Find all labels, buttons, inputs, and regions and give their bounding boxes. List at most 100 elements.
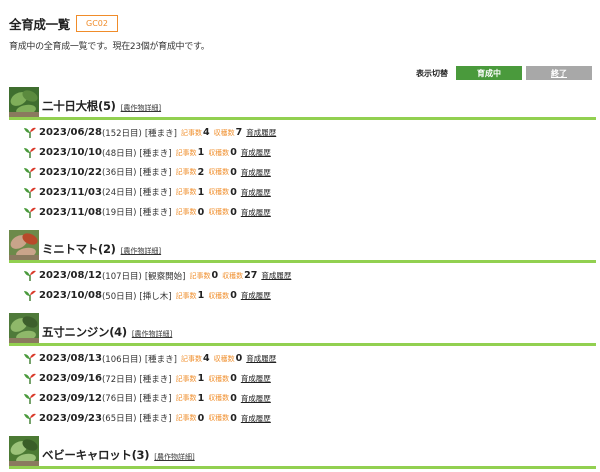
history-link[interactable]: 育成履歴 [241,187,271,198]
crop-section: ミニトマト(2) [農作物詳細] 2023/08/12 (107日目) [観察開始] 記事… [9,228,596,306]
page-code-badge: GC02 [76,14,118,32]
view-toggle: 表示切替 育成中 終了 [416,66,592,80]
history-link[interactable]: 育成履歴 [241,167,271,178]
finished-button[interactable]: 終了 [526,66,592,80]
crop-thumbnail[interactable] [9,436,39,466]
growth-row: 2023/10/10 (48日目) [種まき] 記事数 1 収穫数 0 育成履歴 [9,143,596,163]
articles-count: 1 [197,373,205,385]
crop-name: 二十日大根(5) [42,99,116,113]
sprout-icon [24,349,39,368]
growth-row: 2023/11/08 (19日目) [種まき] 記事数 0 収穫数 0 育成履歴 [9,202,596,222]
toggle-label: 表示切替 [416,68,448,78]
articles-count: 1 [197,392,205,404]
history-link[interactable]: 育成履歴 [241,290,271,301]
growth-type: [種まき] [144,354,177,365]
articles-count: 1 [197,147,205,159]
page-header: 全育成一覧 GC02 [9,13,118,33]
harvest-count: 0 [230,290,237,302]
history-link[interactable]: 育成履歴 [241,207,271,218]
crop-header: ベビーキャロット(3) [農作物詳細] [9,434,596,469]
crop-section: 五寸ニンジン(4) [農作物詳細] 2023/08/13 (106日目) [種まき] 記事… [9,311,596,428]
crop-detail-link[interactable]: [農作物詳細] [121,246,161,256]
growth-date: 2023/10/22 [39,166,102,178]
crop-name: ベビーキャロット(3) [42,448,150,462]
sprout-icon [24,266,39,285]
growth-type: [挿し木] [139,291,172,302]
sprout-icon [24,409,39,428]
crop-photo [9,313,39,343]
growth-type: [種まき] [139,168,172,179]
crop-section: ベビーキャロット(3) [農作物詳細] [9,434,596,472]
elapsed-days: (76日目) [101,394,137,405]
history-link[interactable]: 育成履歴 [241,147,271,158]
growth-list: 2023/06/28 (152日目) [種まき] 記事数 4 収穫数 7 育成履歴 2023/1… [9,120,596,222]
harvest-label: 収穫数 [222,271,244,280]
crop-name: 五寸ニンジン(4) [42,325,127,339]
sprout-icon [24,286,39,305]
growth-date: 2023/10/08 [39,290,102,302]
history-link[interactable]: 育成履歴 [241,413,271,424]
growth-type: [種まき] [139,188,172,199]
history-link[interactable]: 育成履歴 [261,270,291,281]
harvest-label: 収穫数 [213,128,235,137]
articles-label: 記事数 [175,291,197,300]
crop-name: ミニトマト(2) [42,242,116,256]
harvest-label: 収穫数 [208,188,230,197]
sprout-icon [24,369,39,388]
growth-type: [種まき] [139,148,172,159]
harvest-label: 収穫数 [208,208,230,217]
harvest-count: 0 [230,373,237,385]
articles-label: 記事数 [175,148,197,157]
elapsed-days: (36日目) [101,168,137,179]
harvest-label: 収穫数 [208,291,230,300]
articles-count: 0 [211,270,219,282]
crop-thumbnail[interactable] [9,230,39,260]
growth-date: 2023/10/10 [39,147,102,159]
crop-photo [9,436,39,466]
growth-date: 2023/11/08 [39,206,102,218]
harvest-count: 0 [235,353,243,365]
harvest-label: 収穫数 [208,168,230,177]
growth-row: 2023/08/13 (106日目) [種まき] 記事数 4 収穫数 0 育成履歴 [9,349,596,369]
crop-detail-link[interactable]: [農作物詳細] [121,103,161,113]
harvest-label: 収穫数 [208,394,230,403]
growth-type: [種まき] [144,128,177,139]
harvest-label: 収穫数 [208,374,230,383]
growing-button[interactable]: 育成中 [456,66,522,80]
history-link[interactable]: 育成履歴 [241,373,271,384]
sprout-icon [24,203,39,222]
growth-date: 2023/09/12 [39,392,102,404]
crop-photo [9,230,39,260]
growth-row: 2023/09/12 (76日目) [種まき] 記事数 1 収穫数 0 育成履歴 [9,389,596,409]
history-link[interactable]: 育成履歴 [241,393,271,404]
growth-row: 2023/06/28 (152日目) [種まき] 記事数 4 収穫数 7 育成履歴 [9,123,596,143]
articles-count: 1 [197,290,205,302]
growth-date: 2023/08/13 [39,353,102,365]
growth-date: 2023/08/12 [39,270,102,282]
articles-count: 1 [197,186,205,198]
growth-date: 2023/09/23 [39,412,102,424]
harvest-count: 0 [230,412,237,424]
sprout-icon [24,183,39,202]
harvest-count: 27 [244,270,258,282]
elapsed-days: (50日目) [101,291,137,302]
history-link[interactable]: 育成履歴 [246,127,276,138]
crop-thumbnail[interactable] [9,313,39,343]
elapsed-days: (19日目) [101,208,137,219]
elapsed-days: (48日目) [101,148,137,159]
elapsed-days: (107日目) [101,271,142,282]
sprout-icon [24,389,39,408]
growth-list: 2023/08/12 (107日目) [観察開始] 記事数 0 収穫数 27 育成履歴 2023… [9,263,596,306]
growth-type: [種まき] [139,394,172,405]
growth-type: [種まき] [139,414,172,425]
history-link[interactable]: 育成履歴 [246,353,276,364]
crop-detail-link[interactable]: [農作物詳細] [132,329,172,339]
elapsed-days: (106日目) [101,354,142,365]
growth-type: [種まき] [139,374,172,385]
crop-section: 二十日大根(5) [農作物詳細] 2023/06/28 (152日目) [種まき] 記事数… [9,85,596,222]
elapsed-days: (65日目) [101,414,137,425]
sprout-icon [24,143,39,162]
crop-thumbnail[interactable] [9,87,39,117]
articles-label: 記事数 [175,374,197,383]
crop-detail-link[interactable]: [農作物詳細] [154,452,194,462]
